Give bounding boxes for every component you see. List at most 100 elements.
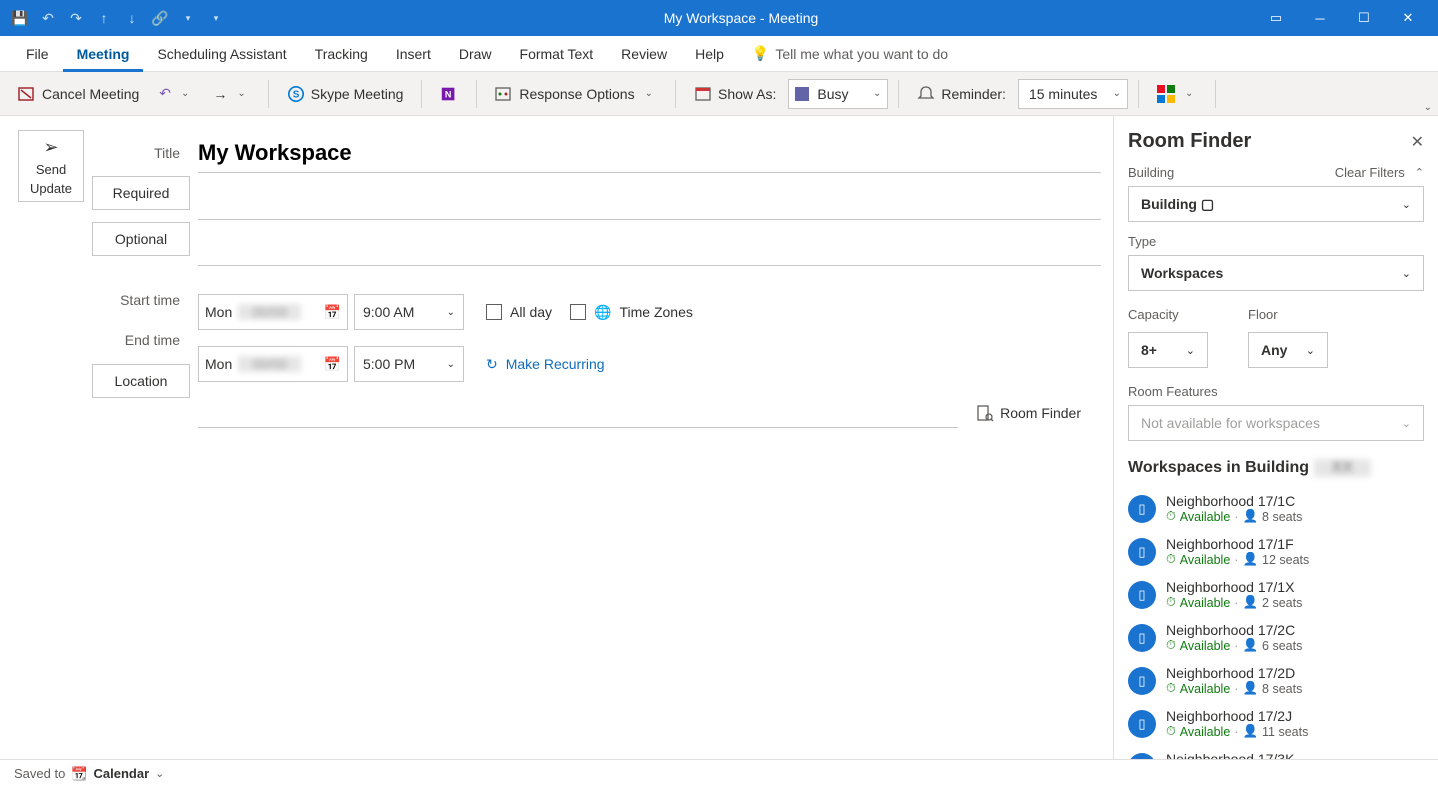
make-recurring-button[interactable]: ↻ Make Recurring xyxy=(486,356,605,373)
tab-draw[interactable]: Draw xyxy=(445,36,506,72)
chevron-up-icon[interactable]: ⌃ xyxy=(1415,166,1424,179)
optional-button[interactable]: Optional xyxy=(92,222,190,256)
redo-icon[interactable]: ↷ xyxy=(64,6,88,30)
end-time-value: 5:00 PM xyxy=(363,356,415,372)
building-dropdown[interactable]: Building ▢ ⌄ xyxy=(1128,186,1424,222)
chevron-down-icon: ⌄ xyxy=(1402,417,1411,430)
minimize-button[interactable]: ─ xyxy=(1298,0,1342,36)
maximize-button[interactable]: ☐ xyxy=(1342,0,1386,36)
tab-scheduling-assistant[interactable]: Scheduling Assistant xyxy=(143,36,300,72)
workspace-icon: ▯ xyxy=(1128,538,1156,566)
arrow-up-icon[interactable]: ↑ xyxy=(92,6,116,30)
type-dropdown[interactable]: Workspaces ⌄ xyxy=(1128,255,1424,291)
separator xyxy=(476,80,477,108)
workspace-seats: 8 seats xyxy=(1262,510,1302,524)
chevron-down-icon: ⌄ xyxy=(233,88,249,99)
workspace-item[interactable]: ▯ Neighborhood 17/2D ⏱ Available · 👤 8 s… xyxy=(1128,659,1424,702)
response-options-icon xyxy=(495,85,513,103)
skype-meeting-button[interactable]: S Skype Meeting xyxy=(279,78,412,110)
clock-icon: ⏱ xyxy=(1166,681,1176,696)
categorize-button[interactable]: ⌄ xyxy=(1149,78,1205,110)
workspace-item[interactable]: ▯ Neighborhood 17/2J ⏱ Available · 👤 11 … xyxy=(1128,702,1424,745)
checkbox-icon xyxy=(570,304,586,320)
show-as-value: Busy xyxy=(817,86,848,102)
tell-me-search[interactable]: 💡 Tell me what you want to do xyxy=(752,45,948,62)
capacity-dropdown[interactable]: 8+ ⌄ xyxy=(1128,332,1208,368)
tab-file[interactable]: File xyxy=(12,36,63,72)
tab-tracking[interactable]: Tracking xyxy=(301,36,382,72)
status-bar: Saved to 📆 Calendar ⌄ xyxy=(0,759,1438,787)
end-date-picker[interactable]: Mon 00/00 📅 xyxy=(198,346,348,382)
panel-title: Room Finder xyxy=(1128,130,1251,153)
qat-dropdown-icon[interactable]: ▾ xyxy=(176,6,200,30)
ribbon-display-icon[interactable]: ▭ xyxy=(1254,0,1298,36)
recurring-icon: ↻ xyxy=(486,356,498,373)
redacted-date: 00/00 xyxy=(238,304,301,320)
arrow-down-icon[interactable]: ↓ xyxy=(120,6,144,30)
workspace-item[interactable]: ▯ Neighborhood 17/1F ⏱ Available · 👤 12 … xyxy=(1128,530,1424,573)
capacity-value: 8+ xyxy=(1141,342,1157,358)
tab-format-text[interactable]: Format Text xyxy=(506,36,608,72)
person-icon: 👤 xyxy=(1242,509,1258,524)
saved-to-calendar: Calendar xyxy=(94,766,150,781)
start-day: Mon xyxy=(205,304,232,320)
workspace-icon: ▯ xyxy=(1128,581,1156,609)
send-update-button[interactable]: ➢ Send Update xyxy=(18,130,84,202)
workspace-item[interactable]: ▯ Neighborhood 17/3K xyxy=(1128,745,1424,759)
tab-review[interactable]: Review xyxy=(607,36,681,72)
cancel-meeting-button[interactable]: Cancel Meeting xyxy=(10,78,147,110)
capacity-label: Capacity xyxy=(1128,307,1208,322)
onenote-button[interactable]: N xyxy=(432,78,466,110)
attachment-icon[interactable]: 🔗 xyxy=(148,6,172,30)
location-button[interactable]: Location xyxy=(92,364,190,398)
tab-meeting[interactable]: Meeting xyxy=(63,36,144,72)
end-time-picker[interactable]: 5:00 PM ⌄ xyxy=(354,346,464,382)
required-button[interactable]: Required xyxy=(92,176,190,210)
end-time-label: End time xyxy=(88,320,190,360)
save-icon[interactable]: 💾 xyxy=(8,6,32,30)
workspace-item[interactable]: ▯ Neighborhood 17/1C ⏱ Available · 👤 8 s… xyxy=(1128,487,1424,530)
response-options-button[interactable]: Response Options ⌄ xyxy=(487,78,665,110)
calendar-icon: 📅 xyxy=(324,356,341,373)
reminder-dropdown[interactable]: 15 minutes ⌄ xyxy=(1018,79,1128,109)
time-zones-checkbox[interactable]: 🌐 Time Zones xyxy=(570,304,693,321)
ribbon-overflow-icon[interactable]: ⌄ xyxy=(1424,102,1432,113)
workspace-status: Available xyxy=(1180,725,1231,739)
room-finder-toggle[interactable]: Room Finder xyxy=(976,404,1081,422)
optional-input[interactable] xyxy=(198,236,1101,266)
chevron-down-icon: ⌄ xyxy=(177,88,193,99)
start-date-picker[interactable]: Mon 00/00 📅 xyxy=(198,294,348,330)
busy-color-swatch xyxy=(795,87,809,101)
clear-filters-button[interactable]: Clear Filters xyxy=(1335,165,1405,180)
tab-insert[interactable]: Insert xyxy=(382,36,445,72)
close-panel-button[interactable]: ✕ xyxy=(1411,132,1424,152)
room-finder-label: Room Finder xyxy=(1000,405,1081,421)
forward-split-button[interactable]: →⌄ xyxy=(205,78,257,110)
close-button[interactable]: ✕ xyxy=(1386,0,1430,36)
room-finder-panel: Room Finder ✕ Building Clear Filters ⌃ B… xyxy=(1114,116,1438,759)
start-time-picker[interactable]: 9:00 AM ⌄ xyxy=(354,294,464,330)
chevron-down-icon: ⌄ xyxy=(1113,88,1121,99)
ribbon-tabs: File Meeting Scheduling Assistant Tracki… xyxy=(0,36,1438,72)
floor-dropdown[interactable]: Any ⌄ xyxy=(1248,332,1328,368)
workspace-item[interactable]: ▯ Neighborhood 17/2C ⏱ Available · 👤 6 s… xyxy=(1128,616,1424,659)
calendar-small-icon: 📆 xyxy=(71,766,87,782)
reminder-label-group: Reminder: xyxy=(909,78,1014,110)
location-input[interactable] xyxy=(198,398,958,428)
workspace-list-header: Workspaces in Building XX xyxy=(1128,459,1424,477)
chevron-down-icon[interactable]: ⌄ xyxy=(155,767,164,780)
clock-icon: ⏱ xyxy=(1166,638,1176,653)
all-day-checkbox[interactable]: All day xyxy=(486,304,552,320)
workspace-item[interactable]: ▯ Neighborhood 17/1X ⏱ Available · 👤 2 s… xyxy=(1128,573,1424,616)
globe-icon: 🌐 xyxy=(594,304,611,321)
tab-help[interactable]: Help xyxy=(681,36,738,72)
show-as-icon xyxy=(694,85,712,103)
skype-icon: S xyxy=(287,85,305,103)
qat-customize-icon[interactable]: ▾ xyxy=(204,6,228,30)
title-input[interactable] xyxy=(198,133,1101,173)
undo-split-button[interactable]: ↶⌄ xyxy=(151,78,201,110)
show-as-dropdown[interactable]: Busy ⌄ xyxy=(788,79,888,109)
chevron-down-icon: ⌄ xyxy=(1402,267,1411,280)
undo-icon[interactable]: ↶ xyxy=(36,6,60,30)
required-input[interactable] xyxy=(198,190,1101,220)
